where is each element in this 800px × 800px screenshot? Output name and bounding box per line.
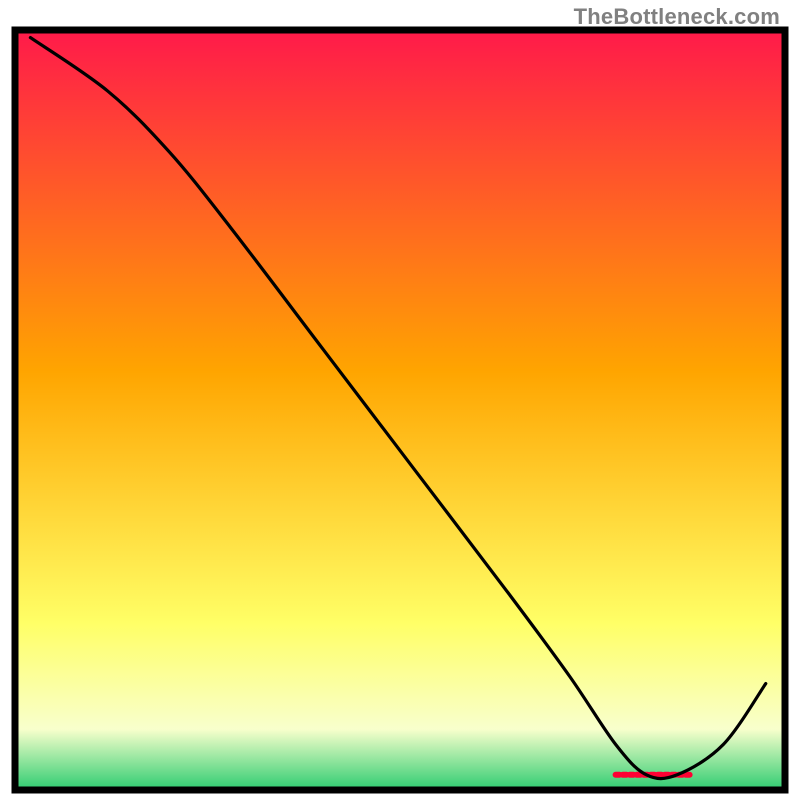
plot-background bbox=[15, 30, 785, 790]
chart-container: TheBottleneck.com bbox=[0, 0, 800, 800]
watermark-text: TheBottleneck.com bbox=[574, 4, 780, 30]
chart-svg bbox=[0, 0, 800, 800]
